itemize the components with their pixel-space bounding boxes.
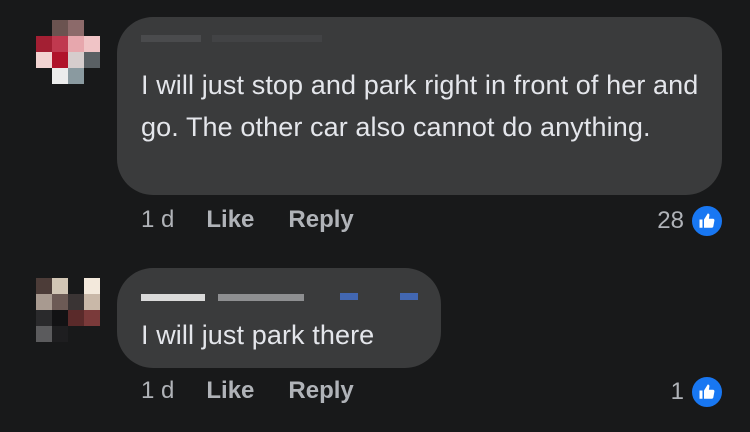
author-name-redacted [340,293,358,300]
thumbs-up-icon [690,204,724,238]
author-name-redacted [218,294,304,301]
comment-actions: 1 d Like Reply [141,206,354,234]
reaction-summary[interactable]: 1 [671,375,724,409]
comment-thread: I will just stop and park right in front… [0,0,750,432]
avatar[interactable] [36,278,100,342]
reply-button[interactable]: Reply [288,377,353,405]
timestamp[interactable]: 1 d [141,377,174,405]
author-name-redacted [141,294,205,301]
author-name-redacted [212,35,322,42]
like-button[interactable]: Like [206,206,254,234]
avatar[interactable] [36,20,100,84]
comment-actions: 1 d Like Reply [141,377,354,405]
like-button[interactable]: Like [206,377,254,405]
reaction-summary[interactable]: 28 [657,204,724,238]
thumbs-up-icon [690,375,724,409]
reaction-count: 1 [670,378,684,405]
reaction-count: 28 [657,207,684,234]
comment-text: I will just stop and park right in front… [141,70,699,142]
timestamp[interactable]: 1 d [141,206,174,234]
author-name-redacted [400,293,418,300]
author-name-redacted [141,35,201,42]
comment-text: I will just park there [141,320,375,350]
reply-button[interactable]: Reply [288,206,353,234]
